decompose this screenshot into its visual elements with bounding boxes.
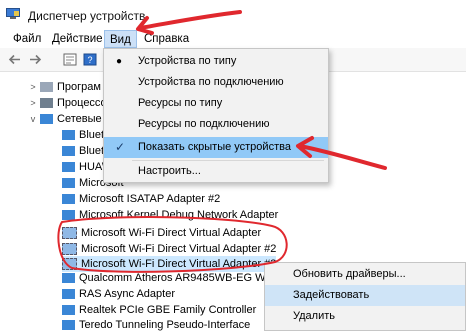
checkmark-icon: ✓: [115, 140, 126, 154]
forward-arrow-icon[interactable]: [28, 53, 42, 66]
menu-view[interactable]: Вид: [104, 30, 137, 48]
context-item-uninstall[interactable]: Удалить: [265, 306, 465, 327]
tree-item-network-adapters[interactable]: v Сетевые: [28, 111, 102, 127]
tree-child-item[interactable]: Microsoft Wi-Fi Direct Virtual Adapter: [62, 225, 261, 241]
svg-text:?: ?: [87, 55, 92, 65]
menu-item-customize[interactable]: Настроить...: [104, 161, 328, 182]
view-dropdown-menu: ● Устройства по типу Устройства по подкл…: [103, 48, 329, 183]
context-item-update-drivers[interactable]: Обновить драйверы...: [265, 264, 465, 285]
network-adapter-icon: [62, 273, 75, 284]
network-adapter-icon: [62, 194, 75, 205]
software-component-icon: [40, 82, 53, 93]
help-icon[interactable]: ?: [83, 53, 97, 66]
menu-bar: Файл Действие Вид Справка: [0, 30, 466, 48]
network-adapter-disabled-icon: [62, 227, 77, 240]
context-menu: Обновить драйверы... Задействовать Удали…: [264, 262, 466, 331]
network-adapter-icon: [62, 289, 75, 300]
chevron-right-icon[interactable]: >: [28, 95, 38, 111]
tree-item-processors[interactable]: > Процессо: [28, 95, 106, 111]
menu-action[interactable]: Действие: [47, 30, 108, 48]
processor-icon: [40, 98, 53, 109]
network-adapter-disabled-icon: [62, 258, 77, 271]
menu-item-show-hidden-devices[interactable]: ✓ Показать скрытые устройства: [104, 137, 328, 158]
tree-child-item[interactable]: Qualcomm Atheros AR9485WB-EG Wire: [62, 270, 278, 286]
tree-child-item[interactable]: RAS Async Adapter: [62, 286, 175, 302]
network-adapter-icon: [40, 114, 53, 125]
tree-child-item[interactable]: Microsoft Wi-Fi Direct Virtual Adapter #…: [62, 241, 276, 257]
context-item-enable[interactable]: Задействовать: [265, 285, 465, 306]
network-adapter-icon: [62, 146, 75, 157]
network-adapter-icon: [62, 305, 75, 316]
menu-item-devices-by-connection[interactable]: Устройства по подключению: [104, 72, 328, 93]
menu-help[interactable]: Справка: [139, 30, 194, 48]
menu-file[interactable]: Файл: [8, 30, 46, 48]
tree-child-item[interactable]: Microsoft ISATAP Adapter #2: [62, 191, 220, 207]
network-adapter-disabled-icon: [62, 243, 77, 256]
tree-child-item[interactable]: Realtek PCIe GBE Family Controller: [62, 302, 256, 318]
network-adapter-icon: [62, 162, 75, 173]
menu-item-devices-by-type[interactable]: ● Устройства по типу: [104, 51, 328, 72]
network-adapter-icon: [62, 130, 75, 141]
network-adapter-icon: [62, 320, 75, 331]
title-bar: Диспетчер устройств: [0, 0, 466, 30]
network-adapter-icon: [62, 178, 75, 189]
tree-item-programs[interactable]: > Програм: [28, 79, 101, 95]
chevron-right-icon[interactable]: >: [28, 79, 38, 95]
chevron-down-icon[interactable]: v: [28, 111, 38, 127]
device-manager-icon: [6, 8, 20, 19]
tree-child-item[interactable]: Microsoft Kernel Debug Network Adapter: [62, 207, 278, 223]
menu-item-resources-by-connection[interactable]: Ресурсы по подключению: [104, 114, 328, 135]
window-title: Диспетчер устройств: [28, 9, 146, 23]
radio-bullet-icon: ●: [116, 56, 123, 67]
properties-icon[interactable]: [63, 53, 77, 66]
network-adapter-icon: [62, 210, 75, 221]
back-arrow-icon[interactable]: [8, 53, 22, 66]
menu-item-resources-by-type[interactable]: Ресурсы по типу: [104, 93, 328, 114]
